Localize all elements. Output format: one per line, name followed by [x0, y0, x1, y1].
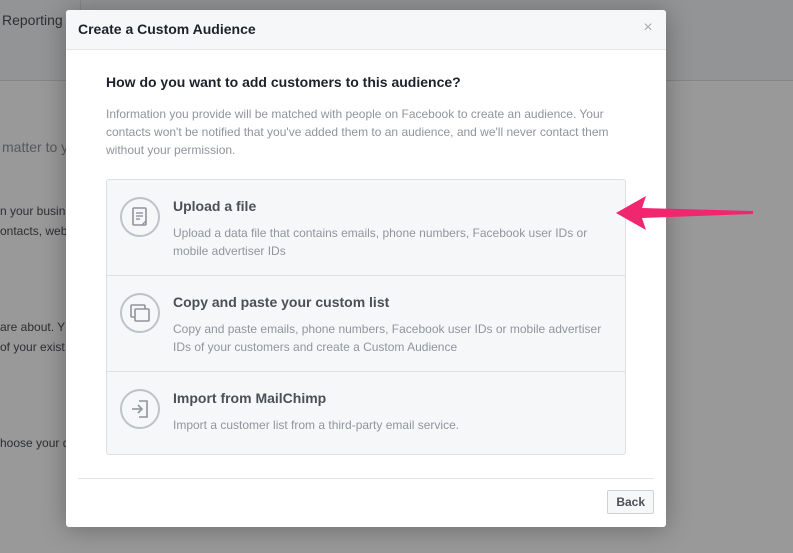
close-icon[interactable]: × — [640, 20, 656, 36]
option-description: Copy and paste emails, phone numbers, Fa… — [173, 322, 602, 354]
footer-divider — [78, 478, 654, 479]
dialog-header: Create a Custom Audience × — [66, 10, 666, 50]
option-title: Copy and paste your custom list — [173, 294, 390, 310]
import-icon — [120, 389, 160, 429]
dialog-info-text: Information you provide will be matched … — [106, 107, 609, 157]
dialog-title: Create a Custom Audience — [78, 21, 256, 37]
back-button[interactable]: Back — [607, 490, 654, 514]
annotation-arrow-icon — [616, 196, 753, 230]
copy-icon — [120, 293, 160, 333]
option-title: Upload a file — [173, 198, 257, 214]
option-import-mailchimp[interactable]: Import from MailChimp Import a customer … — [107, 372, 625, 454]
dialog-question: How do you want to add customers to this… — [106, 74, 461, 90]
option-description: Upload a data file that contains emails,… — [173, 226, 588, 258]
file-icon — [120, 197, 160, 237]
option-upload-file[interactable]: Upload a file Upload a data file that co… — [107, 180, 625, 276]
option-title: Import from MailChimp — [173, 390, 327, 406]
audience-source-options: Upload a file Upload a data file that co… — [106, 179, 626, 455]
custom-audience-dialog: Create a Custom Audience × How do you wa… — [66, 10, 666, 527]
option-copy-paste-list[interactable]: Copy and paste your custom list Copy and… — [107, 276, 625, 372]
option-description: Import a customer list from a third-part… — [173, 418, 460, 432]
